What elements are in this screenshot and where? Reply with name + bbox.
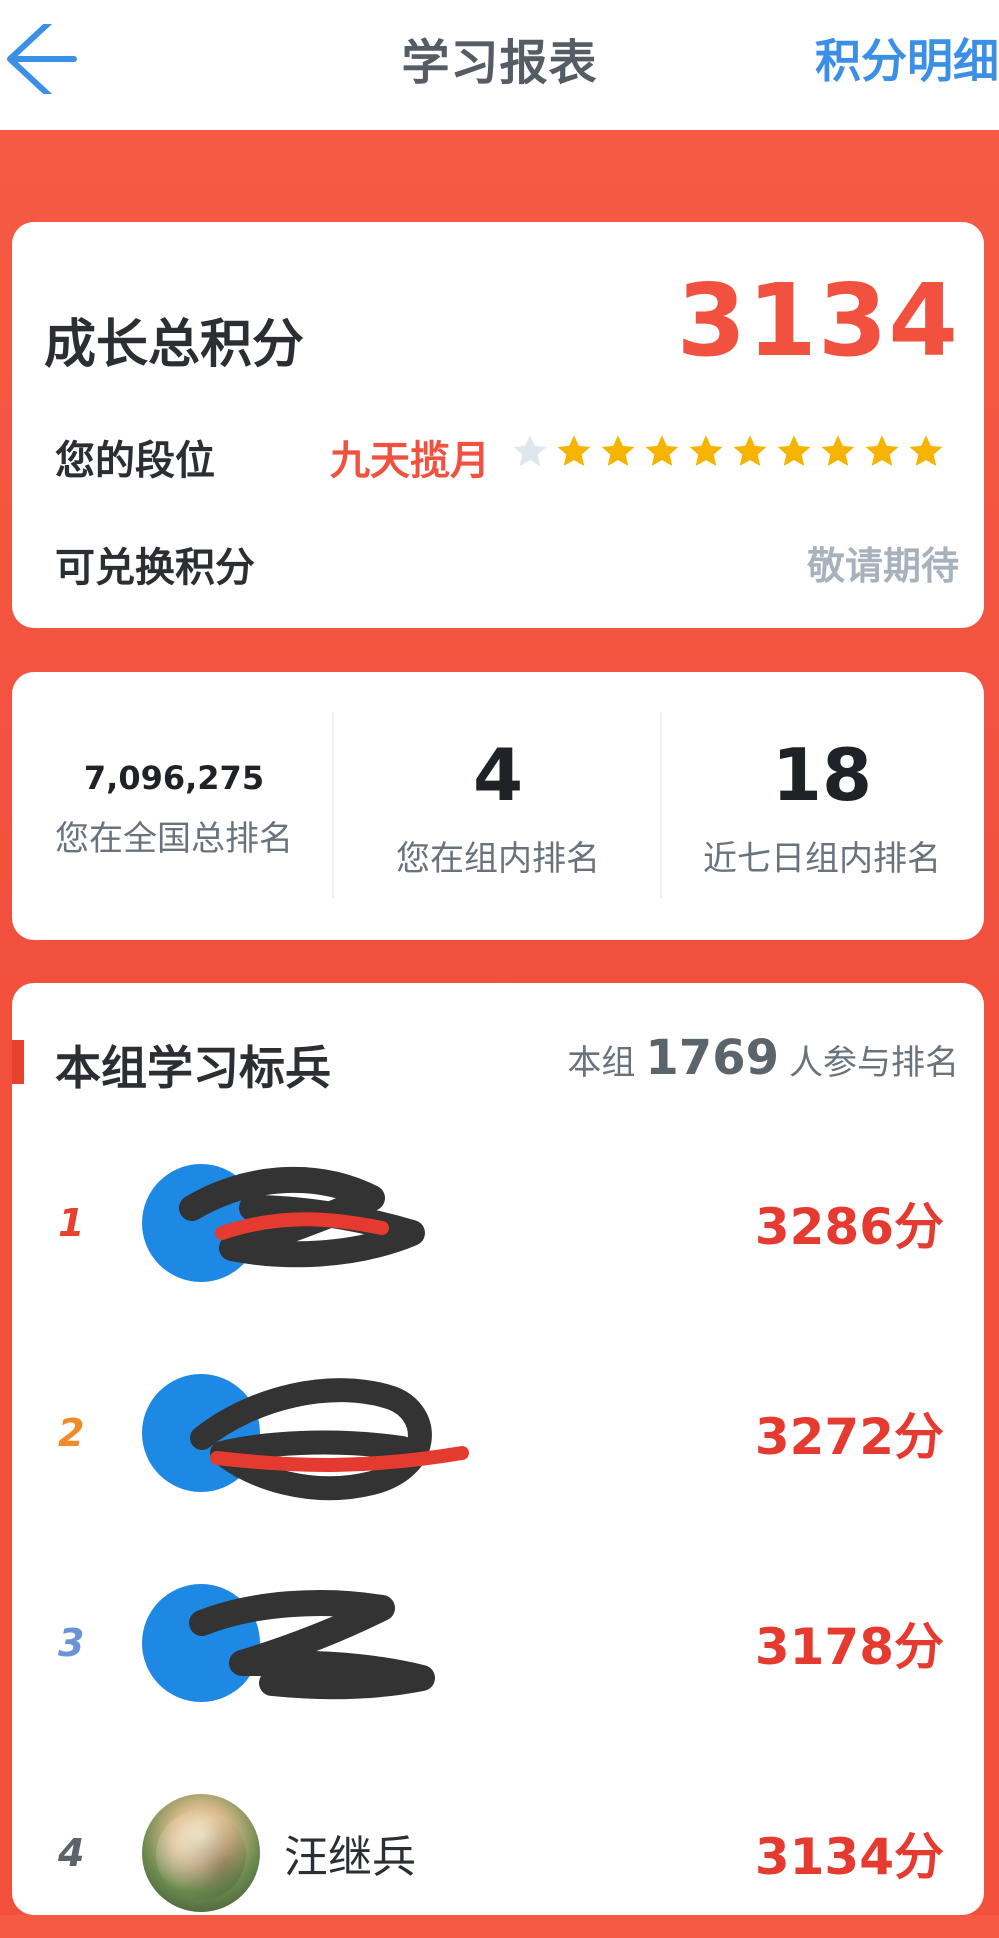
leader-row[interactable]: 2 3272分 (12, 1348, 984, 1518)
exchange-points-value: 敬请期待 (806, 544, 959, 588)
leader-row[interactable]: 1 3286分 (12, 1138, 984, 1308)
star-filled-icon (862, 432, 902, 472)
group-7days-rank-value: 18 (771, 732, 873, 817)
ranking-divider (332, 712, 334, 898)
avatar (142, 1374, 260, 1492)
star-filled-icon (906, 432, 946, 472)
rank-stars (510, 432, 946, 472)
total-points-label: 成长总积分 (44, 315, 305, 375)
leader-row[interactable]: 3 3178分 (12, 1558, 984, 1728)
group-7days-rank: 18 近七日组内排名 (660, 672, 984, 940)
back-button[interactable] (0, 17, 80, 101)
participants-count: 1769 (645, 1030, 779, 1086)
group-rank: 4 您在组内排名 (336, 672, 660, 940)
leader-rank: 4 (58, 1831, 85, 1875)
leader-score: 3178分 (754, 1618, 944, 1676)
group-rank-value: 4 (472, 732, 524, 817)
arrow-left-icon (7, 17, 77, 101)
star-filled-icon (730, 432, 770, 472)
total-points-value: 3134 (676, 262, 959, 379)
points-detail-link[interactable]: 积分明细 (815, 26, 999, 90)
star-filled-icon (686, 432, 726, 472)
rank-label: 您的段位 (55, 438, 215, 484)
section-accent-bar (12, 1040, 24, 1084)
avatar (142, 1164, 260, 1282)
star-filled-icon (598, 432, 638, 472)
star-filled-icon (774, 432, 814, 472)
top-bar: 学习报表 积分明细 (0, 0, 999, 130)
group-rank-caption: 您在组内排名 (396, 838, 600, 879)
leaders-title: 本组学习标兵 (55, 1041, 331, 1095)
participants-info: 本组 1769 人参与排名 (567, 1030, 959, 1086)
leader-score: 3134分 (754, 1828, 944, 1886)
leader-score: 3286分 (754, 1198, 944, 1256)
avatar (142, 1794, 260, 1912)
leader-score: 3272分 (754, 1408, 944, 1466)
national-rank-value: 7,096,275 (83, 758, 265, 797)
participants-suffix: 人参与排名 (789, 1043, 959, 1083)
star-filled-icon (642, 432, 682, 472)
leader-name: 汪继兵 (284, 1832, 416, 1883)
national-rank-caption: 您在全国总排名 (55, 818, 293, 859)
leader-rank: 1 (58, 1201, 85, 1245)
national-rank: 7,096,275 您在全国总排名 (12, 672, 336, 940)
rank-name: 九天揽月 (330, 438, 490, 484)
leader-row[interactable]: 4 汪继兵 3134分 (12, 1768, 984, 1938)
star-empty-icon (510, 432, 550, 472)
star-filled-icon (818, 432, 858, 472)
participants-prefix: 本组 (567, 1043, 636, 1083)
leader-rank: 2 (58, 1411, 85, 1455)
avatar (142, 1584, 260, 1702)
group-7days-rank-caption: 近七日组内排名 (703, 838, 941, 879)
leader-rank: 3 (58, 1621, 85, 1665)
star-filled-icon (554, 432, 594, 472)
exchange-points-label: 可兑换积分 (55, 545, 255, 591)
